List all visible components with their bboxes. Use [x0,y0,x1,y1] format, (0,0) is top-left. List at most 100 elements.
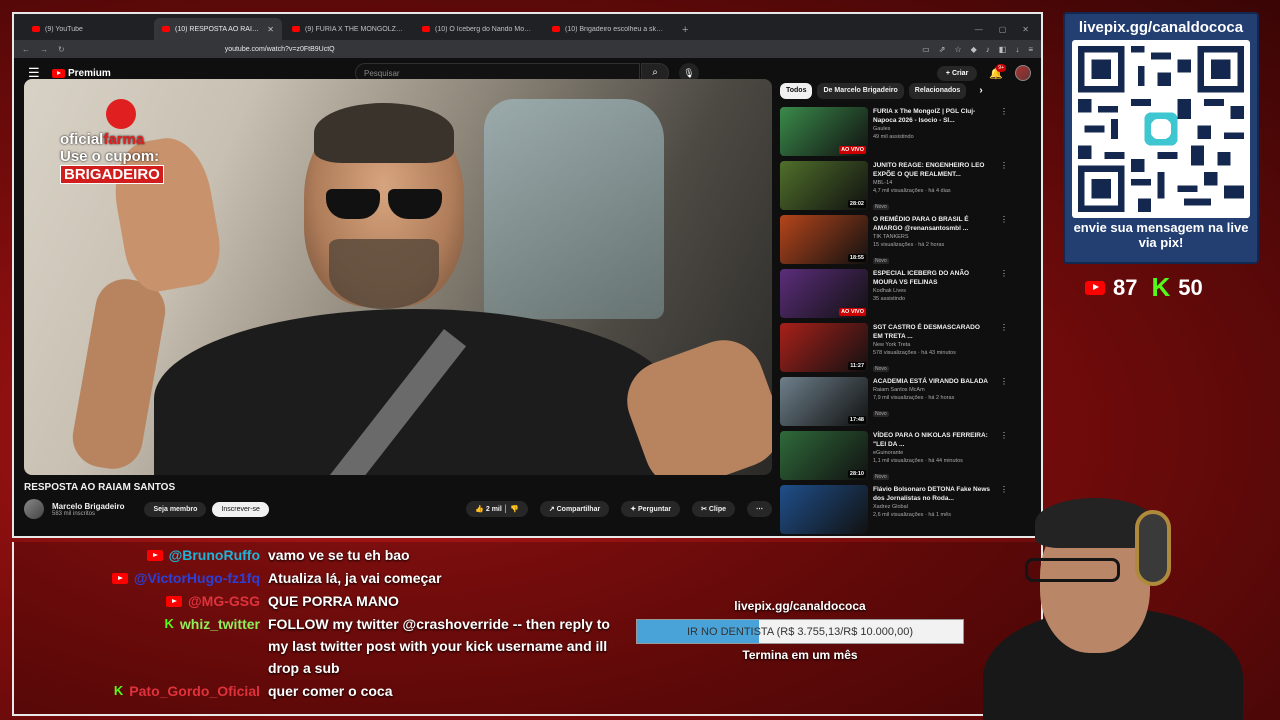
more-options-icon[interactable]: ⋮ [1000,431,1008,440]
kick-icon: K [164,616,174,631]
new-tab-button[interactable]: + [674,24,696,40]
subscribe-button[interactable]: Inscrever-se [212,501,269,517]
channel-avatar[interactable] [24,499,44,519]
window-controls: — ▢ ✕ [975,25,1041,40]
maximize-icon[interactable]: ▢ [999,25,1007,34]
recommendation-item[interactable]: 18:55 O REMÉDIO PARA O BRASIL É AMARGO @r… [780,215,1010,269]
recommendation-thumbnail[interactable]: 17:48 [780,377,868,426]
star-icon[interactable]: ☆ [954,45,961,54]
more-options-icon[interactable]: ⋮ [1000,215,1008,224]
address-bar: ← → ↻ youtube.com/watch?v=z0FtB9UctQ ▭ ⇗… [14,40,1041,58]
channel-row: Marcelo Brigadeiro 583 mil inscritos Sej… [24,498,772,520]
recommendation-title[interactable]: ESPECIAL ICEBERG DO ANÃO MOURA VS FELINA… [873,269,991,287]
sunglasses [319,189,449,219]
user-avatar[interactable] [1015,65,1031,81]
more-options-icon[interactable]: ⋮ [1000,107,1008,116]
recommendation-title[interactable]: FURIA x The MongolZ | PGL Cluj-Napoca 20… [873,107,991,125]
goal-label: IR NO DENTISTA (R$ 3.755,13/R$ 10.000,00… [686,626,913,638]
clip-button[interactable]: ✂ Clipe [692,501,735,517]
chat-author: @MG-GSG [24,590,260,612]
recommendation-channel[interactable]: MBL-14 [873,179,991,187]
close-tab-icon[interactable]: ✕ [267,25,274,34]
recommendation-thumbnail[interactable]: AO VIVO [780,269,868,318]
youtube-icon [111,572,128,584]
video-person-beard [329,239,439,309]
recommendation-thumbnail[interactable] [780,485,868,534]
thumbs-down-icon[interactable]: 👎 [510,506,519,513]
music-icon[interactable]: ♪ [986,45,990,54]
recommendation-item[interactable]: AO VIVO FURIA x The MongolZ | PGL Cluj-Na… [780,107,1010,161]
recommendation-title[interactable]: ACADEMIA ESTÁ VIRANDO BALADA [873,377,991,386]
recommendation-title[interactable]: VÍDEO PARA O NIKOLAS FERREIRA: "LEI DA .… [873,431,991,449]
recommendation-thumbnail[interactable]: 18:55 [780,215,868,264]
recommendation-info: JUNITO REAGE: ENGENHEIRO LEO EXPÕE O QUE… [873,161,991,215]
download-icon[interactable]: ↓ [1015,45,1019,54]
recommendation-badge: AO VIVO [839,308,866,316]
recommendation-channel[interactable]: Raiam Santos McAm [873,386,991,394]
recommendation-title[interactable]: JUNITO REAGE: ENGENHEIRO LEO EXPÕE O QUE… [873,161,991,179]
recommendation-thumbnail[interactable]: 28:02 [780,161,868,210]
recommendation-thumbnail[interactable]: AO VIVO [780,107,868,156]
tab-furia-mongolz[interactable]: (9) FURIA X THE MONGOLZ - PGL CL [284,18,412,40]
chip-todos[interactable]: Todos [780,83,813,99]
recommendation-channel[interactable]: Kodhak Lives [873,287,991,295]
recommendation-thumbnail[interactable]: 11:27 [780,323,868,372]
notifications-bell-icon[interactable]: 🔔 9+ [989,63,1006,80]
recommendation-channel[interactable]: TIK TANKERS [873,233,991,241]
more-options-icon[interactable]: ⋮ [1000,161,1008,170]
recommendation-channel[interactable]: eGuinorante [873,449,991,457]
back-icon[interactable]: ← [22,45,30,54]
recommendation-channel[interactable]: New York Treta [873,341,991,349]
like-button[interactable]: 👍 2 mil │ 👎 [466,501,528,517]
ask-button[interactable]: ✦ Perguntar [621,501,681,517]
share-icon[interactable]: ⇗ [939,45,946,54]
forward-icon[interactable]: → [40,45,48,54]
chevron-right-icon[interactable]: › [979,83,982,99]
recommendation-channel[interactable]: Gaules [873,125,991,133]
chat-text: FOLLOW my twitter @crashoverride -- then… [268,616,610,676]
menu-icon[interactable]: ≡ [1028,45,1033,54]
chat-message: Kwhiz_twitter FOLLOW my twitter @crashove… [24,613,624,679]
chip-related[interactable]: Relacionados [908,83,967,99]
youtube-icon [146,549,163,561]
car-window [484,99,664,319]
reload-icon[interactable]: ↻ [58,45,65,54]
brave-icon[interactable]: ◆ [971,45,977,54]
youtube-logo[interactable]: Premium [52,68,111,79]
tab-resposta-raiam[interactable]: (10) RESPOSTA AO RAIAM SA✕ [154,18,282,40]
recommendation-item[interactable]: AO VIVO ESPECIAL ICEBERG DO ANÃO MOURA VS… [780,269,1010,323]
channel-info: Marcelo Brigadeiro 583 mil inscritos [52,502,124,517]
more-options-icon[interactable]: ⋮ [1000,269,1008,278]
minimize-icon[interactable]: — [975,25,983,34]
video-player[interactable]: oficialfarma Use o cupom: BRIGADEIRO [24,79,772,475]
url-field[interactable]: youtube.com/watch?v=z0FtB9UctQ [225,46,335,53]
recommendation-thumbnail[interactable]: 28:10 [780,431,868,480]
tab-iceberg[interactable]: (10) O Iceberg do Nando Moura - Yo [414,18,542,40]
chat-message: K Pato_Gordo_Oficial quer comer o coca [24,680,624,702]
tab-brigadeiro-skin[interactable]: (10) Brigadeiro escolheu a skin de Cr [544,18,672,40]
recommendation-item[interactable]: 17:48 ACADEMIA ESTÁ VIRANDO BALADA Raiam S… [780,377,1010,431]
recommendation-info: SGT CASTRO É DESMASCARADO EM TRETA ... Ne… [873,323,991,377]
channel-name[interactable]: Marcelo Brigadeiro [52,502,124,511]
sponsor-coupon-line: Use o cupom: [60,148,160,165]
more-actions-icon[interactable]: ⋯ [747,501,772,517]
more-options-icon[interactable]: ⋮ [1000,377,1008,386]
recommendation-title[interactable]: O REMÉDIO PARA O BRASIL É AMARGO @renans… [873,215,991,233]
join-button[interactable]: Seja membro [144,501,207,517]
tab-youtube-home[interactable]: (9) YouTube [24,18,152,40]
viewer-counts: 87 K 50 [1085,272,1203,303]
recommendation-item[interactable]: 11:27 SGT CASTRO É DESMASCARADO EM TRETA … [780,323,1010,377]
recommendation-item[interactable]: 28:02 JUNITO REAGE: ENGENHEIRO LEO EXPÕE … [780,161,1010,215]
extensions-icon[interactable]: ◧ [999,45,1007,54]
recommendation-item[interactable]: 28:10 VÍDEO PARA O NIKOLAS FERREIRA: "LEI… [780,431,1010,485]
share-button[interactable]: ↗ Compartilhar [539,501,610,517]
more-options-icon[interactable]: ⋮ [1000,323,1008,332]
extension-icons: ▭ ⇗ ☆ ◆ ♪ ◧ ↓ ≡ [922,45,1033,54]
chip-channel[interactable]: De Marcelo Brigadeiro [817,83,904,99]
create-button[interactable]: + Criar [936,65,978,81]
recommendation-badge: AO VIVO [839,146,866,154]
cast-icon[interactable]: ▭ [922,45,930,54]
close-window-icon[interactable]: ✕ [1022,25,1029,34]
recommendation-title[interactable]: SGT CASTRO É DESMASCARADO EM TRETA ... [873,323,991,341]
recommendation-meta: 7,9 mil visualizações · há 2 horas [873,395,955,401]
